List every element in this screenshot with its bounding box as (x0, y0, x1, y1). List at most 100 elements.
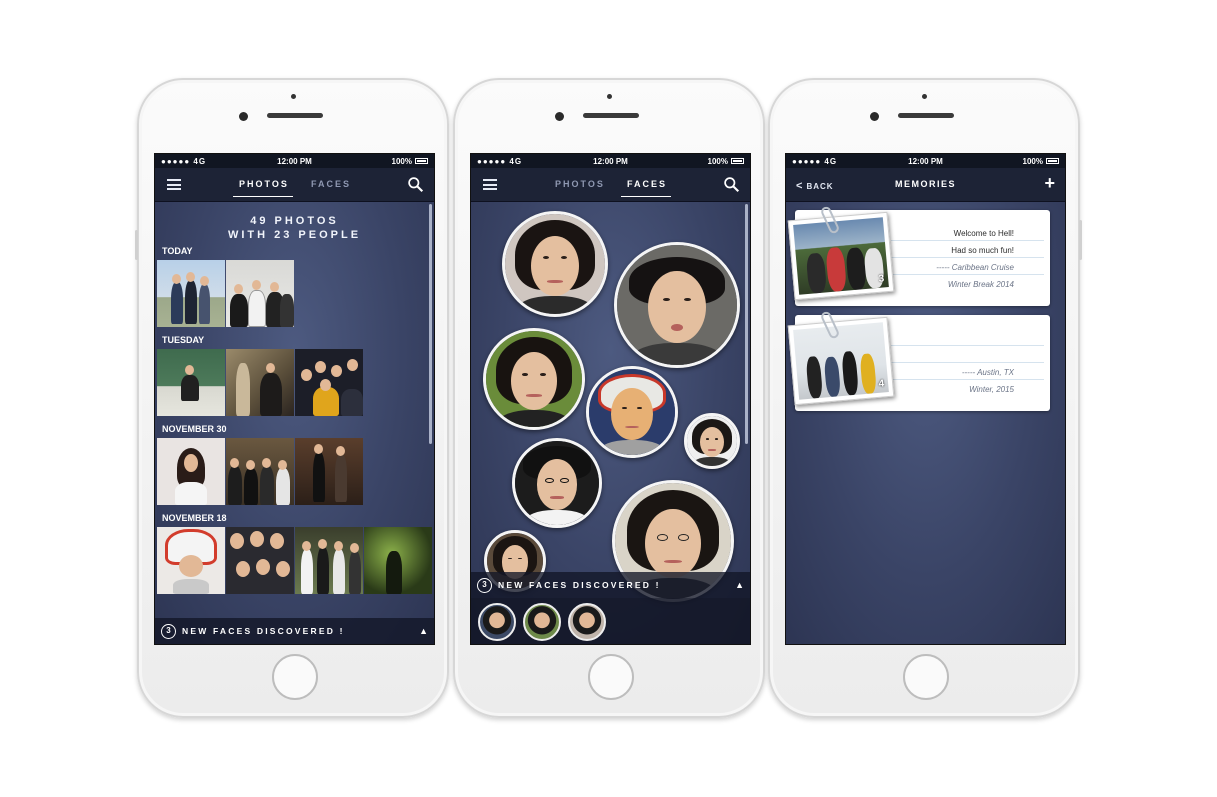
speaker (583, 113, 639, 118)
menu-icon[interactable] (167, 179, 181, 190)
tab-photos[interactable]: PHOTOS (555, 179, 605, 189)
new-faces-banner[interactable]: 3 NEW FACES DISCOVERED ! ▲ (155, 618, 434, 644)
new-faces-tray (471, 598, 750, 644)
new-face-thumbnail[interactable] (523, 603, 561, 641)
new-faces-label: NEW FACES DISCOVERED ! (498, 580, 661, 590)
scroll-indicator[interactable] (429, 204, 432, 444)
people-count: WITH 23 PEOPLE (227, 229, 362, 241)
photo-thumbnail[interactable] (157, 438, 225, 505)
face-bubble[interactable] (512, 438, 602, 528)
memory-location: ----- Austin, TX (891, 363, 1044, 380)
battery-icon (731, 158, 744, 164)
section-tuesday: TUESDAY (162, 335, 205, 345)
memory-photo-count: 4 (878, 378, 885, 390)
faces-screen: ●●●●● 4G 12:00 PM 100% PHOTOS FACES 3 NE… (470, 153, 751, 645)
front-camera (239, 112, 248, 121)
photo-thumbnail[interactable] (364, 527, 432, 594)
volume-button (135, 230, 138, 260)
speaker (898, 113, 954, 118)
photo-thumbnail[interactable] (295, 349, 363, 416)
photo-thumbnail[interactable] (226, 349, 294, 416)
photo-row-tuesday (157, 349, 434, 416)
new-faces-count: 3 (477, 577, 492, 593)
home-button[interactable] (272, 654, 318, 700)
memory-photo-count: 3 (878, 273, 885, 285)
memory-date: Winter, 2015 (969, 385, 1014, 394)
photo-row-november-30 (157, 438, 434, 505)
photo-row-november-18 (157, 527, 434, 594)
memory-note-line: Welcome to Hell! (891, 224, 1044, 241)
photo-thumbnail[interactable] (226, 527, 294, 594)
memory-photo-stack[interactable]: 3 (787, 211, 895, 301)
section-november-18: NOVEMBER 18 (162, 513, 227, 523)
section-november-30: NOVEMBER 30 (162, 424, 227, 434)
speaker (267, 113, 323, 118)
tab-faces[interactable]: FACES (311, 179, 351, 189)
top-navbar: < BACK MEMORIES + (786, 168, 1065, 202)
battery-icon (1046, 158, 1059, 164)
face-bubble[interactable] (684, 413, 740, 469)
status-bar: ●●●●● 4G 12:00 PM 100% (155, 154, 434, 168)
memory-location: ----- Caribbean Cruise (891, 258, 1044, 275)
sensor (291, 94, 296, 99)
photo-thumbnail[interactable] (226, 438, 294, 505)
page-title: MEMORIES (894, 179, 956, 189)
new-face-thumbnail[interactable] (478, 603, 516, 641)
face-bubble[interactable] (502, 211, 608, 317)
home-button[interactable] (903, 654, 949, 700)
memory-note-line: Had so much fun! (891, 241, 1044, 258)
memory-notes: Welcome to Hell! Had so much fun! ----- … (891, 224, 1044, 292)
memory-notes: ----- Austin, TX Winter, 2015 (891, 329, 1044, 397)
photo-thumbnail[interactable] (157, 260, 225, 327)
caret-up-icon[interactable]: ▲ (735, 580, 744, 590)
menu-icon[interactable] (483, 179, 497, 190)
power-button (1079, 220, 1082, 260)
front-camera (555, 112, 564, 121)
photo-thumbnail[interactable] (157, 527, 225, 594)
sensor (607, 94, 612, 99)
plus-icon[interactable]: + (1044, 173, 1055, 194)
top-navbar: PHOTOS FACES (155, 168, 434, 202)
caret-up-icon[interactable]: ▲ (419, 626, 428, 636)
new-faces-label: NEW FACES DISCOVERED ! (182, 626, 345, 636)
status-bar: ●●●●● 4G 12:00 PM 100% (471, 154, 750, 168)
face-bubble[interactable] (586, 366, 678, 458)
memory-note-line (891, 346, 1044, 363)
photo-thumbnail[interactable] (157, 349, 225, 416)
photo-thumbnail[interactable] (226, 260, 294, 327)
memory-photo-stack[interactable]: 4 (787, 316, 895, 406)
memories-screen: ●●●●● 4G 12:00 PM 100% < BACK MEMORIES +… (785, 153, 1066, 645)
phone-faces: ●●●●● 4G 12:00 PM 100% PHOTOS FACES 3 NE… (453, 78, 765, 718)
face-bubble[interactable] (614, 242, 740, 368)
photo-row-today (157, 260, 434, 327)
section-today: TODAY (162, 246, 193, 256)
photo-count: 49 PHOTOS (250, 215, 339, 227)
photos-screen: ●●●●● 4G 12:00 PM 100% PHOTOS FACES 49 P… (154, 153, 435, 645)
scroll-indicator[interactable] (745, 204, 748, 444)
memory-card[interactable]: Welcome to Hell! Had so much fun! ----- … (787, 205, 1050, 306)
top-navbar: PHOTOS FACES (471, 168, 750, 202)
photos-summary: 49 PHOTOS WITH 23 PEOPLE (155, 214, 434, 242)
front-camera (870, 112, 879, 121)
tab-photos[interactable]: PHOTOS (233, 179, 293, 197)
home-button[interactable] (588, 654, 634, 700)
photo-thumbnail[interactable] (295, 438, 363, 505)
status-bar: ●●●●● 4G 12:00 PM 100% (786, 154, 1065, 168)
face-bubble[interactable] (483, 328, 585, 430)
phone-photos: ●●●●● 4G 12:00 PM 100% PHOTOS FACES 49 P… (135, 78, 449, 718)
tab-faces[interactable]: FACES (620, 179, 672, 197)
new-faces-banner[interactable]: 3 NEW FACES DISCOVERED ! ▲ (471, 572, 750, 598)
clock: 12:00 PM (277, 156, 312, 166)
search-icon[interactable] (723, 176, 740, 193)
phone-memories: ●●●●● 4G 12:00 PM 100% < BACK MEMORIES +… (768, 78, 1082, 718)
memory-note-line (891, 329, 1044, 346)
photo-thumbnail[interactable] (295, 527, 363, 594)
sensor (922, 94, 927, 99)
clock: 12:00 PM (593, 156, 628, 166)
new-face-thumbnail[interactable] (568, 603, 606, 641)
memory-date: Winter Break 2014 (947, 280, 1014, 289)
battery-icon (415, 158, 428, 164)
search-icon[interactable] (407, 176, 424, 193)
memory-card[interactable]: ----- Austin, TX Winter, 2015 4 (787, 310, 1050, 411)
clock: 12:00 PM (908, 156, 943, 166)
